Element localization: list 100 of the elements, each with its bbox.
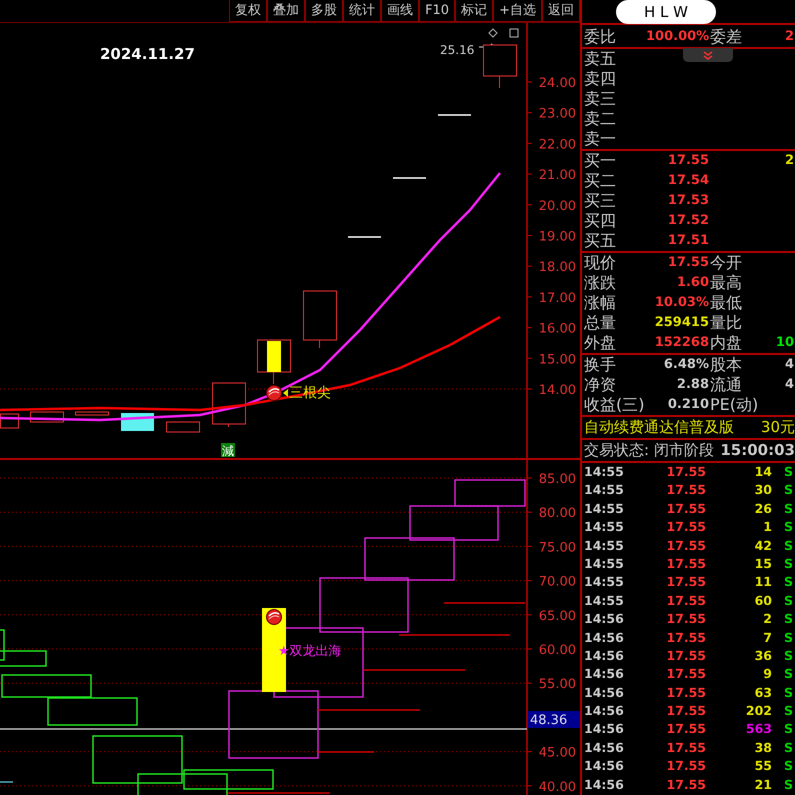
price-label: 40.00 (538, 780, 576, 795)
tick-price: 17.55 (665, 646, 706, 665)
ball-icon (266, 385, 282, 401)
quote-value: 2 (784, 152, 795, 170)
tick-side-text: S (782, 463, 794, 481)
toolbar-button[interactable]: 复权 (229, 0, 268, 22)
promo-text[interactable]: 自动续费通达信普及版 (584, 417, 734, 438)
tick-time: 14:55 (584, 536, 625, 555)
quote-label: 买五 (584, 231, 617, 251)
quote-label: 委差 (710, 27, 743, 47)
quote-value: 100.00% (646, 28, 710, 46)
quote-label: 内盘 (710, 333, 743, 353)
tick-side-text: S (782, 481, 794, 500)
current-value-tag: 48.36 (528, 711, 580, 728)
tick-price: 17.55 (665, 610, 706, 628)
tick-side-text: S (782, 702, 794, 720)
price-label: 21.00 (538, 168, 576, 184)
quote-label: 流通 (710, 375, 743, 395)
tick-side-text: S (782, 628, 794, 647)
tick-price: 17.55 (665, 518, 706, 536)
quote-label: 现价 (584, 253, 617, 273)
quote-label: 卖二 (584, 109, 617, 129)
quote-label: 净资 (584, 375, 617, 395)
tick-time: 14:55 (584, 463, 625, 481)
toolbar-button[interactable]: 返回 (542, 0, 580, 22)
quote-label: 股本 (710, 355, 743, 375)
status-time: 15:00:03 (720, 440, 795, 461)
tick-volume: 1 (762, 518, 772, 536)
quote-label: 今开 (710, 253, 743, 273)
tick-time: 14:56 (584, 610, 625, 628)
price-label: 20.00 (538, 198, 576, 214)
candlestick (393, 177, 426, 179)
tick-time: 14:56 (584, 628, 625, 647)
toolbar-button[interactable]: 标记 (455, 0, 494, 22)
quote-label: 卖四 (584, 69, 617, 89)
quote-label: 收益(三) (584, 395, 646, 415)
price-label: 23.00 (538, 106, 576, 122)
tick-volume: 26 (754, 500, 772, 518)
tick-time: 14:56 (584, 738, 625, 757)
quote-value: 17.52 (666, 212, 710, 230)
tick-time: 14:55 (584, 518, 625, 536)
quote-label: 买四 (584, 211, 617, 231)
tick-volume: 202 (744, 702, 772, 720)
tick-price: 17.55 (665, 500, 706, 518)
high-price-label: 25.16 (440, 43, 474, 57)
price-label: 45.00 (538, 746, 576, 761)
price-label: 15.00 (538, 352, 576, 368)
toolbar-button[interactable]: 多股 (305, 0, 344, 22)
tick-price: 17.55 (665, 757, 706, 776)
quote-label: 总量 (584, 313, 617, 333)
candlestick (257, 340, 291, 384)
tick-side-text: S (782, 500, 794, 518)
tick-time: 14:55 (584, 500, 625, 518)
tick-price: 17.55 (665, 720, 706, 738)
tick-side-text: S (782, 720, 794, 738)
toolbar-button[interactable]: 叠加 (267, 0, 306, 22)
tick-side-text: S (782, 610, 794, 628)
collapse-button[interactable] (683, 48, 733, 62)
price-label: 80.00 (538, 506, 576, 522)
quote-label: 买三 (584, 191, 617, 211)
quote-label: 买一 (584, 151, 617, 171)
tick-time: 14:56 (584, 757, 625, 776)
candlestick (438, 114, 471, 116)
stock-code-label: H L W (616, 0, 716, 24)
tick-volume: 2 (762, 610, 772, 628)
tick-side-text: S (782, 738, 794, 757)
tick-volume: 21 (754, 776, 772, 794)
tick-price: 17.55 (665, 536, 706, 555)
tick-volume: 11 (754, 573, 772, 592)
quote-value: 17.53 (666, 192, 710, 210)
tick-price: 17.55 (665, 665, 706, 684)
price-label: 18.00 (538, 260, 576, 276)
toolbar-button[interactable]: 画线 (381, 0, 420, 22)
tick-price: 17.55 (665, 684, 706, 702)
toolbar-button[interactable]: 统计 (343, 0, 382, 22)
promo-price: 30元 (760, 417, 795, 438)
diamond-icon (488, 28, 498, 38)
quote-value: 10 (774, 334, 795, 352)
quote-label: 量比 (710, 313, 743, 333)
price-label: 17.00 (538, 290, 576, 306)
candlestick (483, 44, 517, 88)
tick-side-text: S (782, 684, 794, 702)
tick-price: 17.55 (665, 554, 706, 573)
tick-volume: 14 (754, 463, 772, 481)
quote-value: 17.55 (666, 152, 710, 170)
toolbar-button[interactable]: F10 (419, 0, 456, 22)
square-icon (510, 28, 518, 38)
tick-side-text: S (782, 536, 794, 555)
range-box (454, 479, 526, 507)
quote-value: 4 (784, 356, 795, 374)
quote-value: 2 (784, 28, 795, 46)
quote-label: 涨幅 (584, 293, 617, 313)
tick-time: 14:56 (584, 684, 625, 702)
price-label: 70.00 (538, 574, 576, 590)
price-label: 16.00 (538, 322, 576, 337)
quote-label: 卖五 (584, 49, 617, 69)
price-label: 55.00 (538, 677, 576, 692)
quote-label: 买二 (584, 171, 617, 191)
toolbar-button[interactable]: +自选 (493, 0, 542, 22)
candlestick (348, 236, 381, 238)
